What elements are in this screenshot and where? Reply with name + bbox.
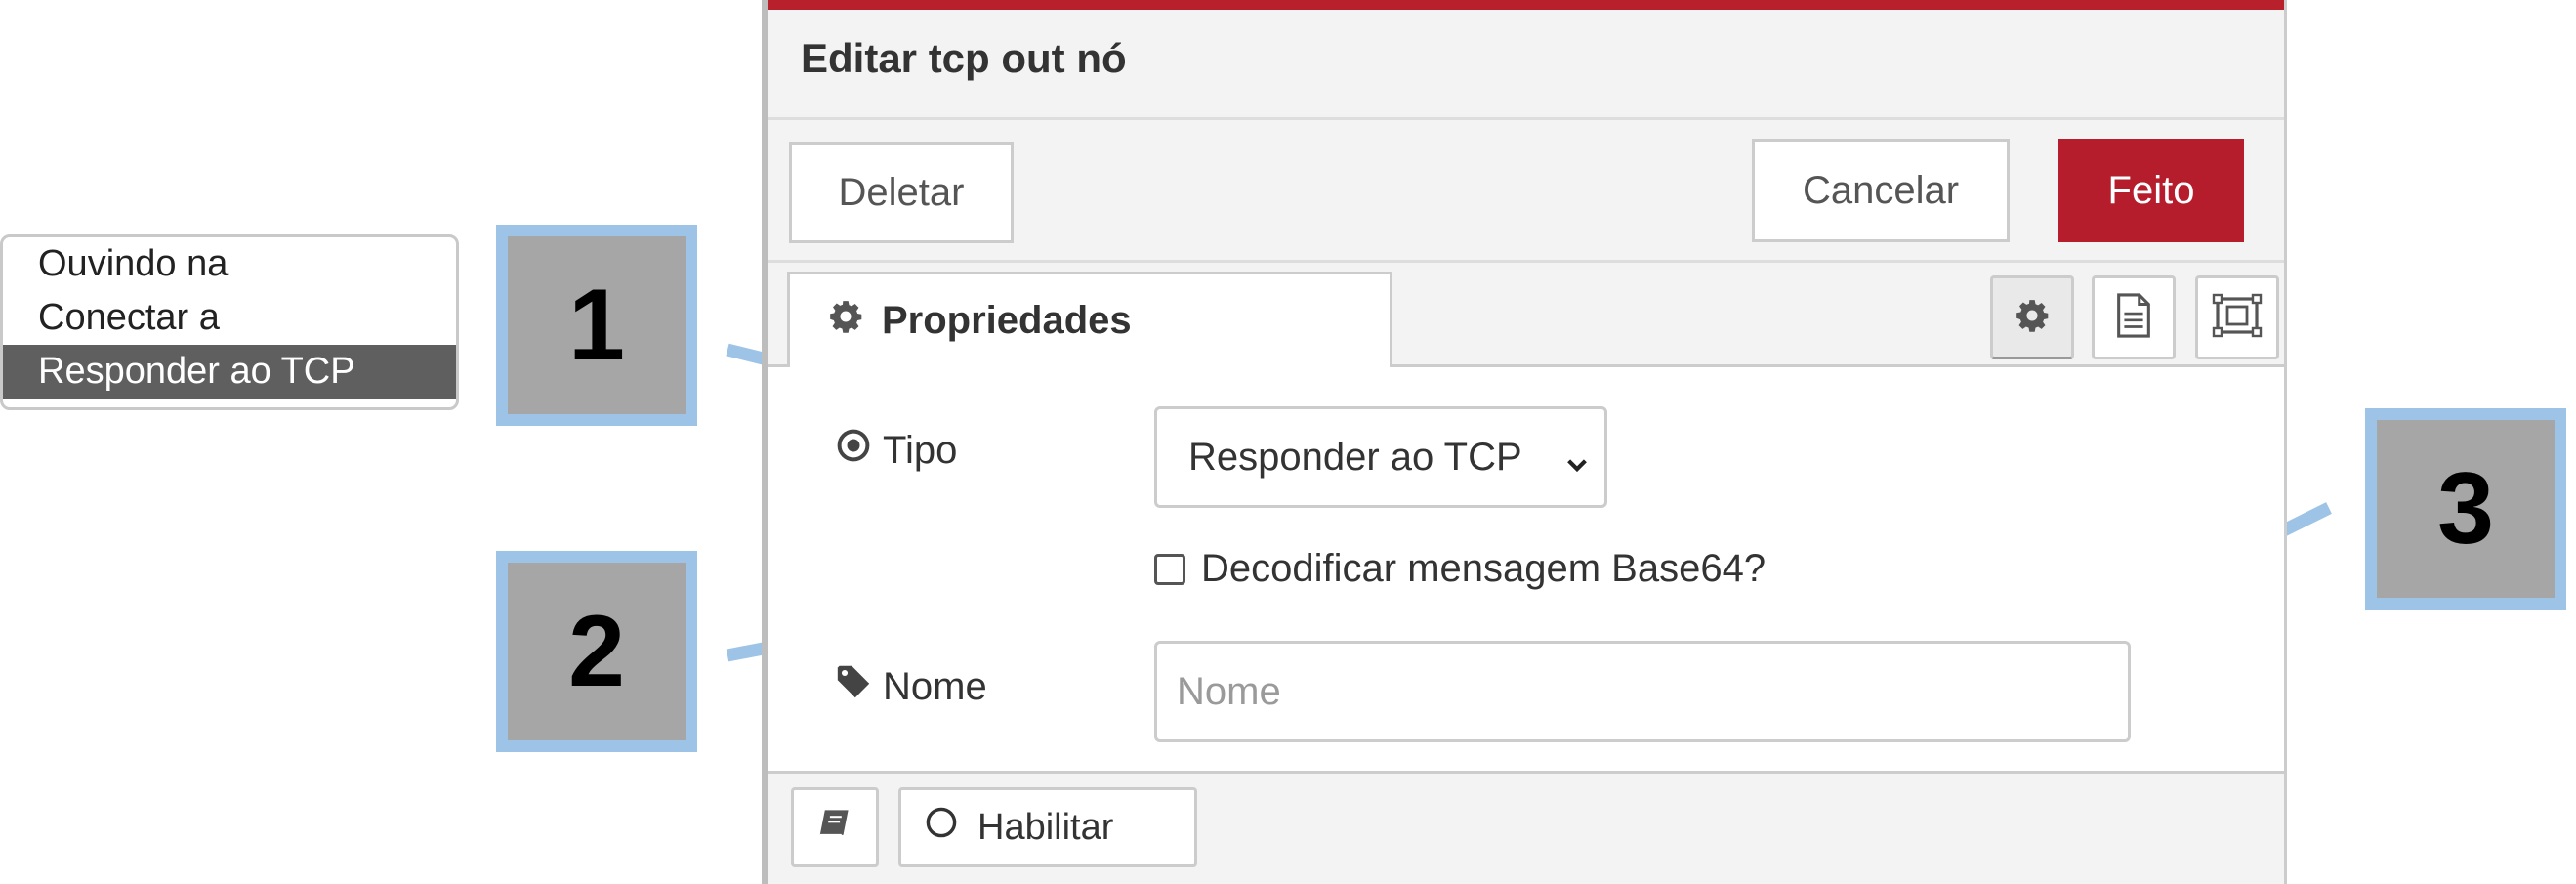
option-listen[interactable]: Ouvindo na (3, 237, 456, 291)
gear-icon (2014, 297, 2051, 339)
option-connect[interactable]: Conectar a (3, 291, 456, 345)
type-label: Tipo (836, 428, 957, 473)
appearance-tab-icon-button[interactable] (2195, 275, 2279, 359)
type-label-text: Tipo (883, 428, 958, 472)
footer-divider (768, 771, 2284, 774)
done-button[interactable]: Feito (2058, 139, 2244, 242)
chevron-down-icon (1563, 444, 1591, 488)
name-label: Nome (836, 664, 987, 709)
type-select-value: Responder ao TCP (1188, 435, 1522, 479)
type-select[interactable]: Responder ao TCP (1154, 406, 1607, 508)
tab-properties-label: Propriedades (882, 299, 1132, 342)
radio-dot-icon (836, 428, 871, 473)
description-tab-icon-button[interactable] (2092, 275, 2176, 359)
book-icon (816, 806, 853, 850)
base64-option: Decodificar mensagem Base64? (1154, 547, 1766, 591)
title-divider (768, 117, 2284, 120)
callout-3: 3 (2365, 408, 2566, 610)
delete-button[interactable]: Deletar (789, 142, 1014, 243)
callout-1: 1 (496, 225, 697, 426)
base64-checkbox[interactable] (1154, 553, 1185, 585)
dialog-title: Editar tcp out nó (801, 35, 1127, 81)
name-input[interactable] (1154, 641, 2131, 742)
type-options-list: Ouvindo na Conectar a Responder ao TCP (0, 234, 459, 410)
base64-label: Decodificar mensagem Base64? (1201, 547, 1766, 590)
document-icon (2114, 292, 2153, 343)
buttons-divider (768, 260, 2284, 263)
name-label-text: Nome (883, 664, 987, 708)
properties-tab-icon-button[interactable] (1990, 275, 2074, 359)
dialog-accent-bar (768, 0, 2284, 10)
cancel-button[interactable]: Cancelar (1752, 139, 2010, 242)
circle-toggle-icon (925, 806, 958, 849)
option-reply-tcp[interactable]: Responder ao TCP (3, 345, 456, 399)
tag-icon (836, 664, 871, 709)
tab-properties[interactable]: Propriedades (787, 272, 1392, 367)
enable-label: Habilitar (977, 806, 1114, 848)
appearance-icon (2212, 293, 2263, 343)
node-help-button[interactable] (791, 787, 879, 867)
enable-toggle-button[interactable]: Habilitar (898, 787, 1197, 867)
edit-node-dialog: Editar tcp out nó Deletar Cancelar Feito… (762, 0, 2287, 884)
gear-icon (827, 298, 864, 345)
callout-2: 2 (496, 551, 697, 752)
